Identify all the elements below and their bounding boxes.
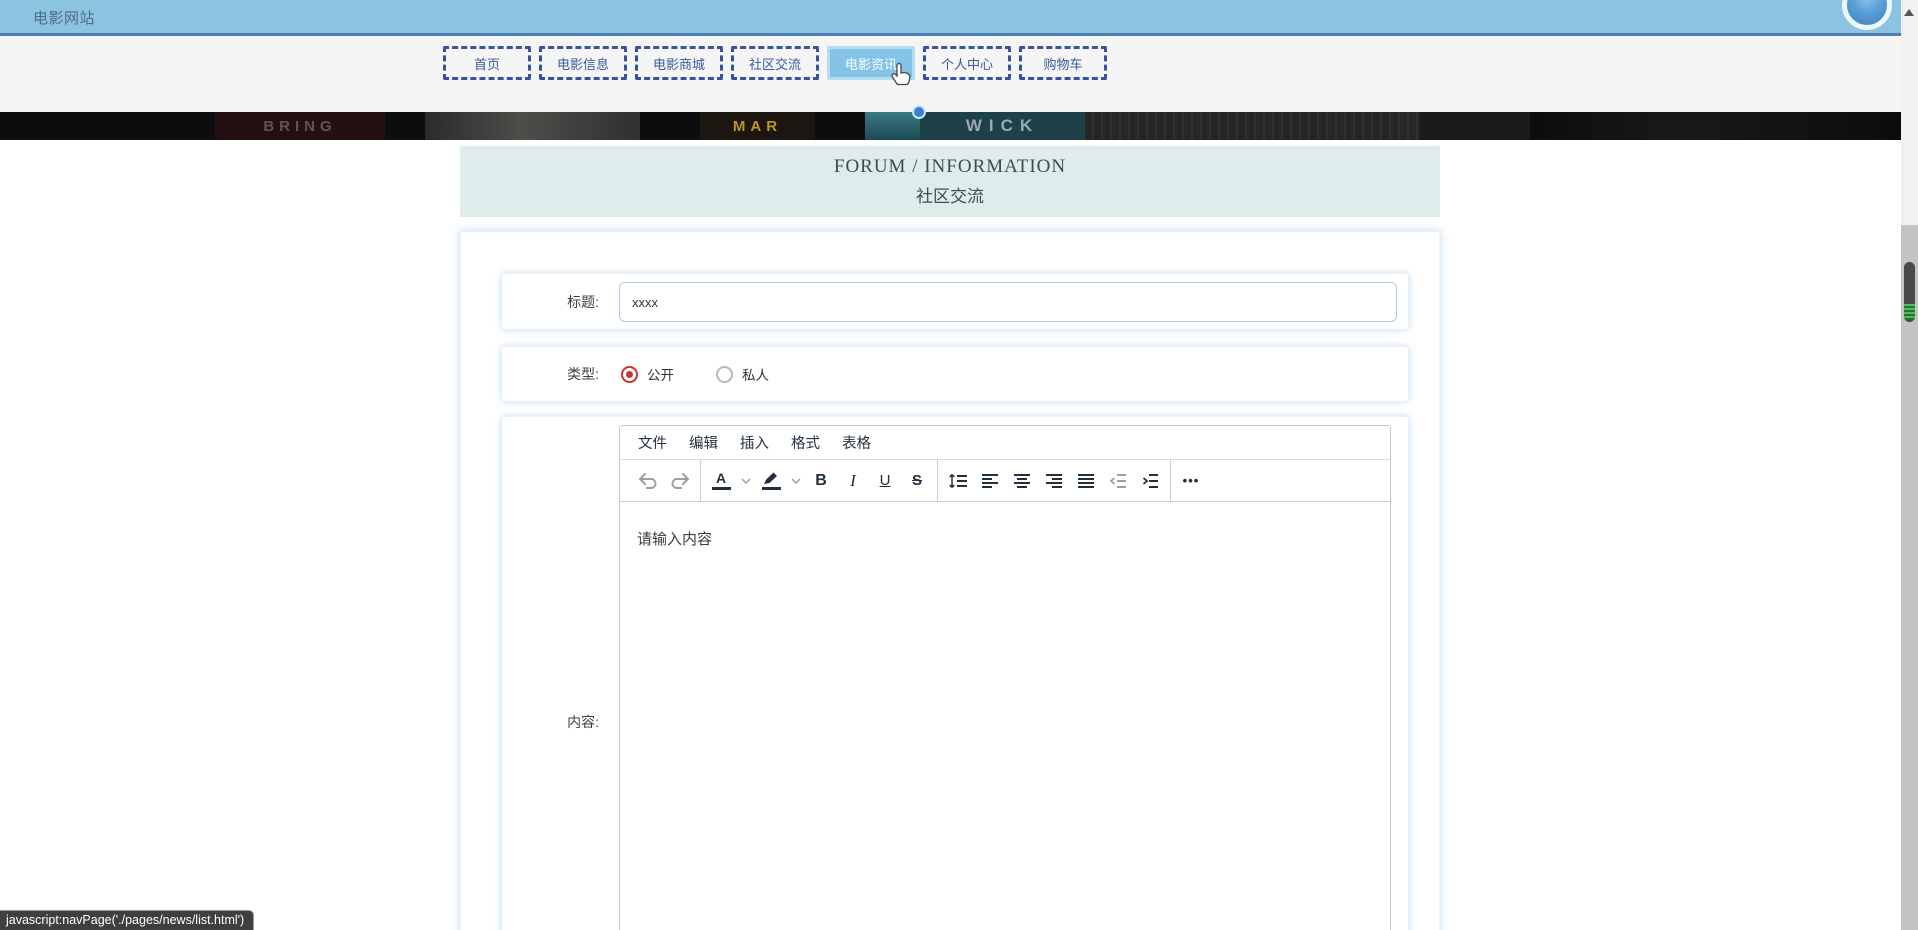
align-right-icon (1045, 473, 1063, 489)
mouse-cursor-icon (891, 62, 913, 88)
page-title-box: FORUM / INFORMATION 社区交流 (460, 146, 1440, 217)
menu-format[interactable]: 格式 (780, 427, 831, 458)
scroll-up-icon[interactable] (1904, 9, 1914, 16)
poster-fragment (1530, 112, 1902, 140)
line-height-button[interactable] (943, 465, 973, 497)
align-left-button[interactable] (975, 465, 1005, 497)
type-radio-group: 公开 私人 (621, 347, 769, 401)
editor-content-area[interactable]: 请输入内容 (620, 502, 1390, 930)
post-form-panel: 标题: 类型: 公开 私人 内容: 文件 (460, 231, 1440, 930)
type-label: 类型: (502, 347, 619, 401)
rich-text-editor: 文件 编辑 插入 格式 表格 (619, 425, 1391, 930)
text-color-swatch (712, 487, 731, 490)
title-input[interactable] (619, 282, 1397, 322)
background-color-chevron-icon[interactable] (788, 465, 804, 497)
align-center-icon (1013, 473, 1031, 489)
nav-item-movie-info[interactable]: 电影信息 (539, 46, 627, 80)
title-label: 标题: (502, 274, 619, 329)
more-tools-button[interactable]: ••• (1176, 465, 1206, 497)
undo-icon (637, 472, 659, 490)
italic-button[interactable]: I (838, 465, 868, 497)
nav-item-movie-mall[interactable]: 电影商城 (635, 46, 723, 80)
movie-site-page: 电影网站 首页 电影信息 电影商城 社区交流 电影资讯 个人中心 购物车 BRI… (0, 0, 1918, 930)
strikethrough-button[interactable]: S (902, 465, 932, 497)
radio-public-icon[interactable] (621, 366, 638, 383)
undo-button[interactable] (633, 465, 663, 497)
indent-icon (1141, 473, 1159, 489)
poster-fragment (1420, 112, 1530, 140)
justify-button[interactable] (1071, 465, 1101, 497)
nav-item-home[interactable]: 首页 (443, 46, 531, 80)
underline-button[interactable]: U (870, 465, 900, 497)
link-preview-statusbar: javascript:navPage('./pages/news/list.ht… (0, 910, 254, 930)
background-color-swatch (762, 487, 781, 490)
align-center-button[interactable] (1007, 465, 1037, 497)
poster-fragment (1085, 112, 1420, 140)
align-right-button[interactable] (1039, 465, 1069, 497)
content-label: 内容: (502, 417, 619, 930)
nav-bar: 首页 电影信息 电影商城 社区交流 电影资讯 个人中心 购物车 (0, 36, 1902, 112)
background-color-button[interactable] (756, 465, 786, 497)
editor-toolbar: A B (620, 460, 1390, 502)
radio-private-icon[interactable] (716, 366, 733, 383)
scrollbar-track[interactable] (1901, 225, 1918, 930)
movie-poster-carousel: BRING MAR WICK (0, 112, 1902, 140)
outdent-button[interactable] (1103, 465, 1133, 497)
justify-icon (1077, 473, 1095, 489)
editor-content-text: 请输入内容 (637, 531, 712, 548)
outdent-icon (1109, 473, 1127, 489)
vertical-scrollbar[interactable] (1901, 0, 1918, 930)
content-field-row: 内容: 文件 编辑 插入 格式 表格 (501, 416, 1409, 930)
poster-fragment (865, 112, 920, 140)
menu-table[interactable]: 表格 (831, 427, 882, 458)
redo-button[interactable] (665, 465, 695, 497)
menu-file[interactable]: 文件 (627, 427, 678, 458)
nav-item-cart[interactable]: 购物车 (1019, 46, 1107, 80)
menu-insert[interactable]: 插入 (729, 427, 780, 458)
nav-item-user-center[interactable]: 个人中心 (923, 46, 1011, 80)
text-color-chevron-icon[interactable] (738, 465, 754, 497)
poster-fragment: WICK (920, 112, 1085, 140)
redo-icon (669, 472, 691, 490)
carousel-indicator-dot (912, 105, 926, 119)
title-field-row: 标题: (501, 273, 1409, 330)
align-left-icon (981, 473, 999, 489)
page-title-zh: 社区交流 (916, 182, 984, 207)
app-header: 电影网站 (0, 0, 1918, 36)
type-field-row: 类型: 公开 私人 (501, 346, 1409, 402)
nav-item-forum[interactable]: 社区交流 (731, 46, 819, 80)
menu-edit[interactable]: 编辑 (678, 427, 729, 458)
poster-fragment: BRING (215, 112, 385, 140)
line-height-icon (948, 473, 968, 489)
scrollbar-thumb[interactable] (1904, 262, 1915, 322)
poster-fragment: MAR (700, 112, 815, 140)
radio-option-public[interactable]: 公开 (621, 364, 674, 384)
indent-button[interactable] (1135, 465, 1165, 497)
sphere-logo-icon (1842, 0, 1892, 30)
radio-option-private[interactable]: 私人 (716, 364, 769, 384)
pen-icon (763, 472, 780, 485)
page-title-en: FORUM / INFORMATION (834, 156, 1066, 178)
editor-menubar: 文件 编辑 插入 格式 表格 (620, 426, 1390, 460)
bold-button[interactable]: B (806, 465, 836, 497)
text-color-button[interactable]: A (706, 465, 736, 497)
site-title: 电影网站 (33, 7, 95, 28)
scrollbar-thumb-stripes (1904, 304, 1915, 320)
nav-button-group: 首页 电影信息 电影商城 社区交流 电影资讯 个人中心 购物车 (443, 46, 1107, 80)
poster-fragment (425, 112, 640, 140)
